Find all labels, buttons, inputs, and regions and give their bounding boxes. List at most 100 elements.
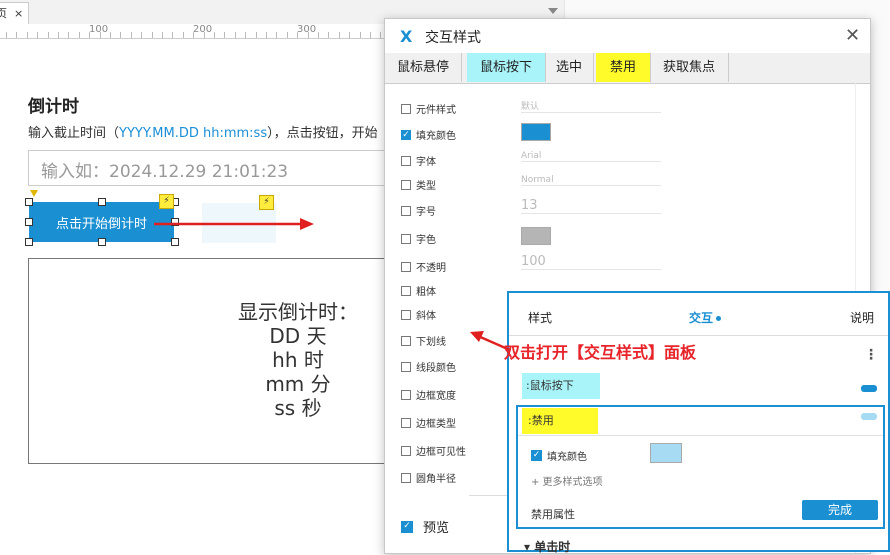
preview-row[interactable]: ✓ 预览	[401, 517, 449, 536]
property-row[interactable]: 下划线	[401, 333, 446, 348]
property-checkbox[interactable]	[401, 335, 411, 346]
ruler-tick	[37, 32, 38, 38]
fill-color-swatch[interactable]	[650, 443, 682, 463]
property-checkbox[interactable]	[401, 472, 411, 483]
property-checkbox[interactable]	[401, 233, 411, 244]
ruler-tick	[16, 32, 17, 38]
property-value-field[interactable]: 100	[521, 254, 661, 270]
resize-handle[interactable]	[98, 238, 106, 246]
property-row[interactable]: 边框类型	[401, 415, 456, 430]
property-checkbox[interactable]	[401, 361, 411, 372]
resize-handle[interactable]	[171, 238, 179, 246]
ruler-tick	[297, 32, 298, 38]
state-color-bar	[861, 385, 877, 392]
interaction-bolt-icon[interactable]: ⚡	[159, 194, 174, 209]
property-row[interactable]: ✓ 填充颜色	[401, 127, 456, 142]
resize-handle[interactable]	[25, 198, 33, 206]
property-label: 斜体	[416, 311, 436, 322]
axure-logo-icon: X	[400, 27, 413, 46]
fill-color-checkbox[interactable]: ✓	[531, 450, 542, 461]
ruler-tick	[48, 32, 49, 38]
tab-notes[interactable]: 说明	[850, 309, 874, 326]
hint-prefix: 输入截止时间（	[28, 126, 120, 141]
tab-interaction[interactable]: 交互	[689, 309, 722, 326]
more-style-options-link[interactable]: + 更多样式选项	[531, 473, 603, 488]
property-label: 边框宽度	[416, 391, 456, 402]
property-checkbox[interactable]	[401, 261, 411, 272]
property-row[interactable]: 线段颜色	[401, 359, 456, 374]
property-color-swatch[interactable]	[521, 227, 551, 245]
state-disabled[interactable]: :禁用	[522, 408, 598, 434]
property-label: 字体	[416, 157, 436, 168]
annotation-text: 双击打开【交互样式】面板	[504, 343, 697, 362]
tab-hover[interactable]: 鼠标悬停	[385, 53, 462, 82]
document-tab[interactable]: 页 ×	[0, 2, 29, 26]
interaction-bolt-icon[interactable]: ⚡	[259, 195, 274, 210]
section-on-click[interactable]: ▾ 单击时	[524, 538, 570, 555]
preview-checkbox[interactable]: ✓	[401, 520, 413, 533]
property-row[interactable]: 字体	[401, 153, 436, 168]
ruler-tick	[370, 32, 371, 38]
resize-handle[interactable]	[25, 218, 33, 226]
disabled-attr-label: 禁用属性	[531, 508, 575, 521]
ruler-label: 100	[89, 24, 109, 35]
dialog-title: 交互样式	[425, 30, 481, 46]
property-checkbox[interactable]	[401, 103, 411, 114]
property-row[interactable]: 不透明	[401, 259, 446, 274]
property-value-field[interactable]: 13	[521, 198, 661, 214]
property-row[interactable]: 字号	[401, 203, 436, 218]
property-checkbox[interactable]	[401, 285, 411, 296]
property-row[interactable]: 字色	[401, 231, 436, 246]
fill-color-label: 填充颜色	[547, 452, 587, 463]
tab-focus[interactable]: 获取焦点	[650, 53, 729, 82]
ruler-tick	[276, 32, 277, 38]
instruction-text: 输入截止时间（YYYY.MM.DD hh:mm:ss），点击按钮，开始	[28, 122, 378, 141]
scroll-down-icon[interactable]	[548, 8, 558, 14]
property-label: 不透明	[416, 263, 446, 274]
property-row[interactable]: 边框宽度	[401, 387, 456, 402]
ruler-tick	[266, 32, 267, 38]
ruler-tick	[141, 32, 142, 38]
property-value-field[interactable]: 默认	[521, 99, 661, 113]
ruler-tick	[183, 32, 184, 38]
property-value-field[interactable]: Normal	[521, 175, 661, 186]
property-color-swatch[interactable]	[521, 123, 551, 141]
tab-selected[interactable]: 选中	[545, 53, 594, 82]
property-row[interactable]: 圆角半径	[401, 470, 456, 485]
property-row[interactable]: 边框可见性	[401, 443, 466, 458]
property-checkbox[interactable]	[401, 309, 411, 320]
property-checkbox[interactable]	[401, 155, 411, 166]
property-row[interactable]: 粗体	[401, 283, 436, 298]
property-checkbox[interactable]	[401, 179, 411, 190]
tab-style[interactable]: 样式	[528, 309, 552, 326]
more-vertical-icon[interactable]: ⋮	[864, 347, 878, 363]
tab-disabled[interactable]: 禁用	[596, 53, 651, 82]
resize-handle[interactable]	[25, 238, 33, 246]
property-checkbox[interactable]	[401, 445, 411, 456]
property-checkbox[interactable]	[401, 205, 411, 216]
property-row[interactable]: 元件样式	[401, 101, 456, 116]
done-button[interactable]: 完成	[802, 500, 878, 520]
state-mouse-down[interactable]: :鼠标按下	[522, 373, 600, 399]
fill-color-row[interactable]: ✓ 填充颜色	[531, 448, 587, 463]
deadline-input[interactable]: 输入如：2024.12.29 21:01:23	[28, 150, 388, 186]
property-checkbox[interactable]: ✓	[401, 129, 411, 140]
ruler-tick	[360, 32, 361, 38]
close-icon[interactable]: ✕	[845, 25, 860, 46]
property-label: 类型	[416, 181, 436, 192]
ruler-tick	[68, 32, 69, 38]
property-row[interactable]: 类型	[401, 177, 436, 192]
ruler-tick	[89, 32, 90, 38]
property-checkbox[interactable]	[401, 389, 411, 400]
tab-title-fragment: 页	[0, 7, 7, 20]
ruler-tick	[245, 32, 246, 38]
property-checkbox[interactable]	[401, 417, 411, 428]
property-label: 填充颜色	[416, 131, 456, 142]
ruler-tick	[27, 32, 28, 38]
tab-mouse-down[interactable]: 鼠标按下	[467, 53, 546, 82]
property-label: 元件样式	[416, 105, 456, 116]
resize-handle[interactable]	[98, 198, 106, 206]
property-row[interactable]: 斜体	[401, 307, 436, 322]
property-value-field[interactable]: Arial	[521, 151, 661, 162]
tab-close-button[interactable]: ×	[14, 3, 23, 25]
